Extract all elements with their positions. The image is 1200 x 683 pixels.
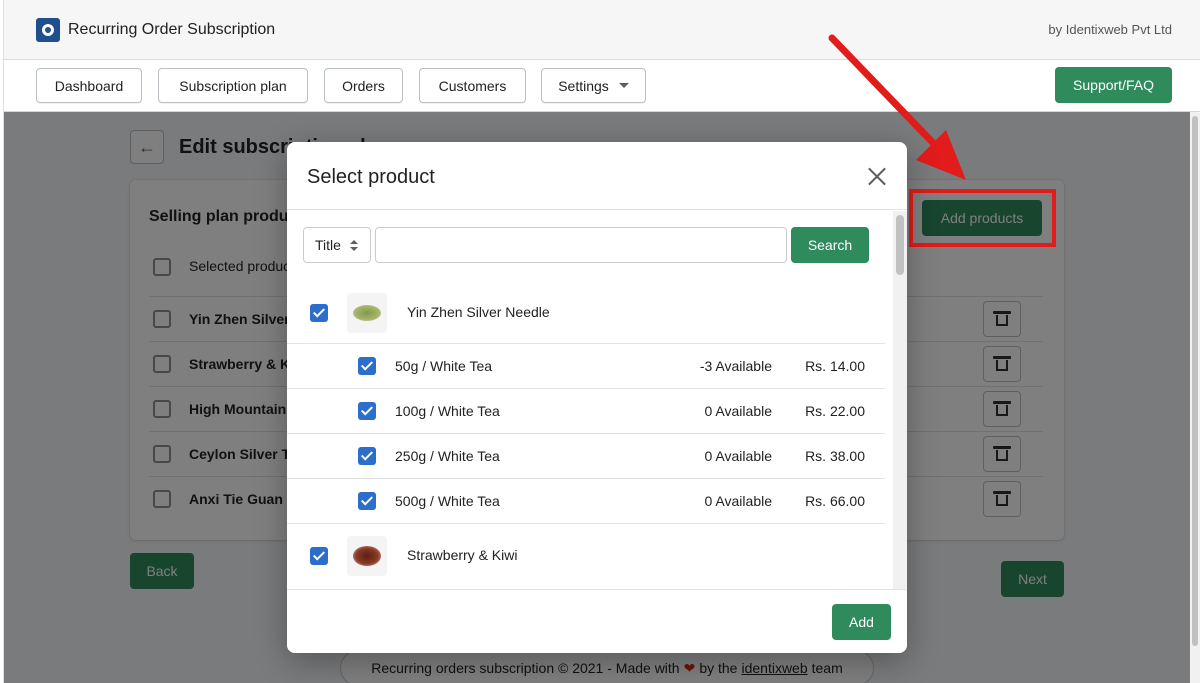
nav-subscription-plan-button[interactable]: Subscription plan xyxy=(158,68,308,103)
product-checkbox[interactable] xyxy=(310,547,328,565)
nav-dashboard-label: Dashboard xyxy=(54,77,124,94)
nav-customers-button[interactable]: Customers xyxy=(419,68,526,103)
close-icon[interactable] xyxy=(867,166,887,186)
modal-scrollbar[interactable] xyxy=(893,211,907,589)
variant-checkbox[interactable] xyxy=(358,402,376,420)
product-checkbox[interactable] xyxy=(310,304,328,322)
page-scrollbar-thumb[interactable] xyxy=(1192,116,1198,646)
search-input[interactable] xyxy=(375,227,787,263)
variant-availability: 0 Available xyxy=(704,493,772,509)
nav-subscription-plan-label: Subscription plan xyxy=(179,77,287,94)
product-name: Yin Zhen Silver Needle xyxy=(407,304,550,320)
nav-bar: Dashboard Subscription plan Orders Custo… xyxy=(4,60,1200,112)
add-button[interactable]: Add xyxy=(832,604,891,640)
variant-row: 250g / White Tea 0 Available Rs. 38.00 xyxy=(287,433,885,478)
support-faq-label: Support/FAQ xyxy=(1073,77,1154,93)
variant-row: 50g / White Tea -3 Available Rs. 14.00 xyxy=(287,343,885,388)
filter-select-value: Title xyxy=(315,237,341,253)
select-product-modal: Select product Title Search Yin Zhen Sil… xyxy=(287,142,907,653)
list-item: Strawberry & Kiwi xyxy=(287,523,885,589)
modal-title: Select product xyxy=(307,166,435,188)
variant-price: Rs. 22.00 xyxy=(805,403,865,419)
product-name: Strawberry & Kiwi xyxy=(407,547,518,563)
product-thumbnail xyxy=(347,536,387,576)
nav-settings-dropdown[interactable]: Settings xyxy=(541,68,646,103)
nav-orders-label: Orders xyxy=(342,77,385,94)
list-item: Yin Zhen Silver Needle xyxy=(287,283,885,343)
variant-name: 50g / White Tea xyxy=(395,358,493,374)
product-thumbnail xyxy=(347,293,387,333)
variant-row: 100g / White Tea 0 Available Rs. 22.00 xyxy=(287,388,885,433)
variant-name: 500g / White Tea xyxy=(395,493,500,509)
modal-header: Select product xyxy=(287,142,907,210)
app-header: Recurring Order Subscription by Identixw… xyxy=(4,0,1200,60)
modal-scrollbar-thumb[interactable] xyxy=(896,215,904,275)
app-title: Recurring Order Subscription xyxy=(68,20,276,38)
search-button[interactable]: Search xyxy=(791,227,869,263)
variant-price: Rs. 14.00 xyxy=(805,358,865,374)
add-button-label: Add xyxy=(849,614,874,630)
app-logo-icon xyxy=(36,17,60,42)
select-arrows-icon xyxy=(350,240,358,252)
nav-customers-label: Customers xyxy=(438,77,507,94)
search-button-label: Search xyxy=(807,237,853,253)
nav-orders-button[interactable]: Orders xyxy=(324,68,403,103)
variant-name: 250g / White Tea xyxy=(395,448,500,464)
variant-name: 100g / White Tea xyxy=(395,403,500,419)
nav-settings-label: Settings xyxy=(558,77,609,94)
app-vendor: by Identixweb Pvt Ltd xyxy=(1048,22,1172,37)
variant-checkbox[interactable] xyxy=(358,492,376,510)
page-scrollbar[interactable] xyxy=(1190,112,1200,683)
variant-availability: -3 Available xyxy=(699,358,772,374)
chevron-down-icon xyxy=(618,83,629,88)
variant-availability: 0 Available xyxy=(704,448,772,464)
modal-body: Title Search Yin Zhen Silver Needle 50g … xyxy=(287,211,907,589)
variant-availability: 0 Available xyxy=(704,403,772,419)
variant-price: Rs. 38.00 xyxy=(805,448,865,464)
filter-select[interactable]: Title xyxy=(303,227,371,263)
variant-row: 500g / White Tea 0 Available Rs. 66.00 xyxy=(287,478,885,523)
highlight-box xyxy=(909,189,1056,247)
modal-footer: Add xyxy=(287,589,907,653)
support-faq-button[interactable]: Support/FAQ xyxy=(1055,67,1172,103)
variant-checkbox[interactable] xyxy=(358,447,376,465)
variant-checkbox[interactable] xyxy=(358,357,376,375)
variant-price: Rs. 66.00 xyxy=(805,493,865,509)
nav-dashboard-button[interactable]: Dashboard xyxy=(36,68,142,103)
